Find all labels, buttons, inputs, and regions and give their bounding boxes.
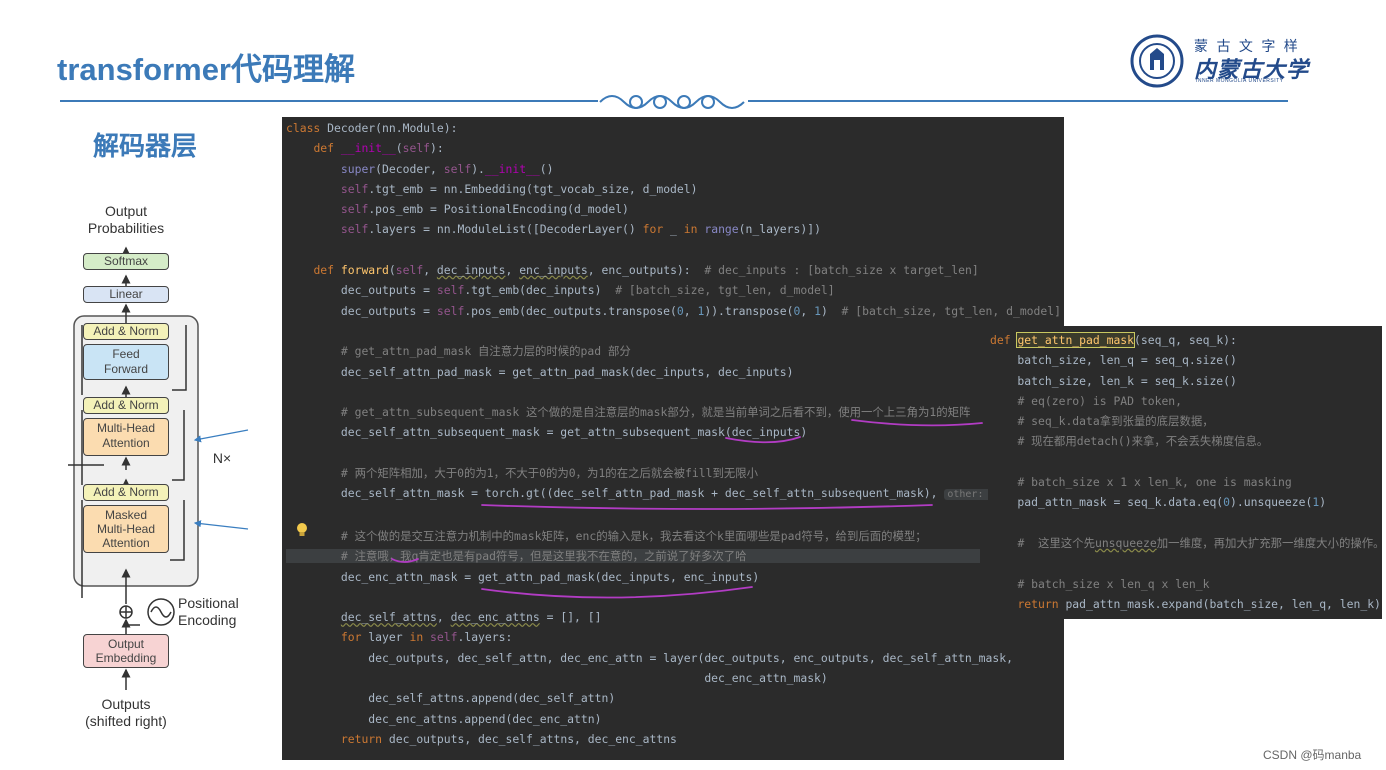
lightbulb-icon[interactable] [296, 522, 308, 538]
softmax-block: Softmax [83, 253, 169, 270]
multi-head-attention-block: Multi-Head Attention [83, 418, 169, 456]
add-norm-block-middle: Add & Norm [83, 397, 169, 414]
nx-label: N× [212, 450, 232, 466]
linear-block: Linear [83, 286, 169, 303]
handwritten-underlines [391, 419, 983, 599]
slide-title: transformer代码理解 [57, 52, 355, 87]
logo-university-name-en: INNER MONGOLIA UNIVERSITY [1196, 78, 1284, 84]
decoder-code-panel: class Decoder(nn.Module): def __init__(s… [282, 117, 1064, 760]
feed-forward-block: Feed Forward [83, 344, 169, 380]
ornament-icon [598, 92, 748, 112]
get-attn-pad-mask-code: def get_attn_pad_mask(seq_q, seq_k): bat… [990, 332, 1382, 611]
positional-encoding-label: Positional Encoding [178, 595, 239, 628]
masked-multi-head-attention-block: Masked Multi-Head Attention [83, 505, 169, 553]
output-probabilities-label: Output Probabilities [87, 203, 165, 236]
get-attn-pad-mask-code-panel: def get_attn_pad_mask(seq_q, seq_k): bat… [988, 326, 1382, 619]
outputs-shifted-right-label: Outputs (shifted right) [85, 696, 167, 729]
add-norm-block-top: Add & Norm [83, 323, 169, 340]
decoder-diagram: Output Probabilities Softmax Linear Add … [60, 200, 260, 740]
section-title: 解码器层 [93, 131, 198, 161]
add-norm-block-bottom: Add & Norm [83, 484, 169, 501]
university-seal-icon [1130, 34, 1184, 88]
output-embedding-block: Output Embedding [83, 634, 169, 668]
watermark: CSDN @码manba [1263, 748, 1362, 762]
